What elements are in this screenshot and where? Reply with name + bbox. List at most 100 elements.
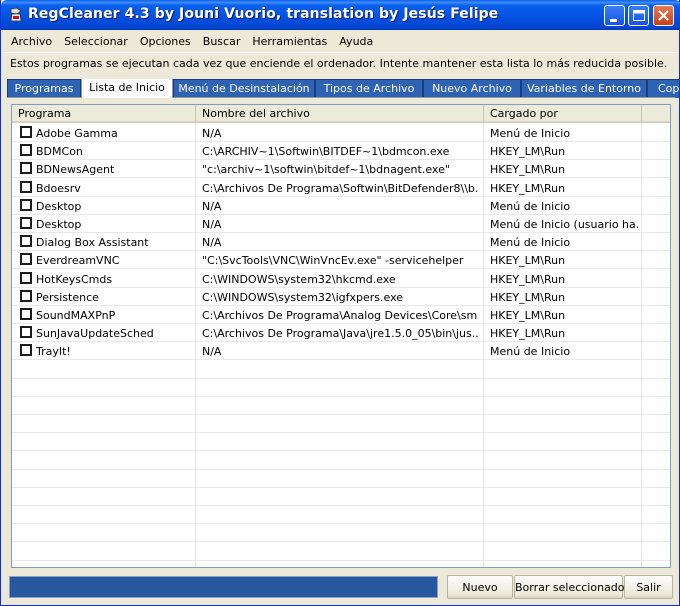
empty-row: [12, 506, 670, 525]
cell-nombre-del-archivo: "C:\SvcTools\VNC\WinVncEv.exe" -serviceh…: [202, 254, 464, 268]
cell-programa: HotKeysCmds: [36, 272, 113, 286]
row-checkbox[interactable]: [20, 289, 32, 302]
maximize-button[interactable]: [628, 5, 649, 26]
row-checkbox[interactable]: [20, 126, 32, 138]
cell-cargado-por: HKEY_LM\Run: [490, 309, 566, 322]
cell-programa: Desktop: [36, 199, 82, 213]
cell-programa: TrayIt!: [36, 345, 71, 359]
cell-cargado-por: Menú de Inicio: [490, 345, 571, 359]
tab-menu-de-desinstalacion[interactable]: Menú de Desinstalación: [173, 79, 315, 98]
cell-cargado-por: Menú de Inicio (usuario ha...: [490, 218, 638, 231]
borrar-seleccionado-button[interactable]: Borrar seleccionado: [514, 575, 625, 599]
empty-row: [12, 470, 670, 488]
empty-row: [12, 488, 670, 506]
cell-cargado-por: HKEY_LM\Run: [490, 163, 566, 177]
row-checkbox[interactable]: [20, 198, 32, 211]
cell-programa: Persistence: [36, 290, 99, 304]
maximize-icon: [633, 10, 645, 21]
table-row[interactable]: HotKeysCmds C:\WINDOWS\system32\hkcmd.exe…: [12, 270, 670, 288]
progress-bar: [9, 576, 438, 598]
table-row[interactable]: TrayIt! N/A Menú de Inicio: [12, 342, 670, 361]
tab-tipos-de-archivo[interactable]: Tipos de Archivo: [315, 79, 423, 98]
column-header-programa[interactable]: Programa: [12, 105, 196, 123]
tab-cop[interactable]: Cop: [647, 79, 679, 98]
table-row[interactable]: Persistence C:\WINDOWS\system32\igfxpers.…: [12, 288, 670, 306]
cell-programa: BDMCon: [36, 145, 83, 159]
menu-archivo[interactable]: Archivo: [5, 33, 58, 51]
table-row[interactable]: Dialog Box Assistant N/A Menú de Inicio: [12, 233, 670, 252]
cell-nombre-del-archivo: C:\Archivos De Programa\Java\jre1.5.0_05…: [202, 327, 478, 341]
minimize-button[interactable]: [604, 5, 625, 26]
row-checkbox[interactable]: [20, 162, 32, 175]
table-row[interactable]: Desktop N/A Menú de Inicio (usuario ha...: [12, 215, 670, 233]
column-header-nombre-del-archivo[interactable]: Nombre del archivo: [196, 105, 484, 123]
table-row[interactable]: EverdreamVNC "C:\SvcTools\VNC\WinVncEv.ex…: [12, 251, 670, 270]
table-row[interactable]: BDMCon C:\ARCHIV~1\Softwin\BITDEF~1\bdmco…: [12, 142, 670, 161]
startup-list[interactable]: Programa Nombre del archivo Cargado por …: [11, 104, 671, 568]
cell-programa: SoundMAXPnP: [36, 309, 116, 322]
table-row[interactable]: SunJavaUpdateSched C:\Archivos De Program…: [12, 324, 670, 343]
row-checkbox[interactable]: [20, 253, 32, 266]
cell-cargado-por: HKEY_LM\Run: [490, 254, 566, 268]
close-button[interactable]: [653, 5, 674, 26]
table-row[interactable]: SoundMAXPnP C:\Archivos De Programa\Analo…: [12, 306, 670, 324]
empty-row: [12, 433, 670, 452]
empty-row: [12, 543, 670, 561]
info-text: Estos programas se ejecutan cada vez que…: [10, 57, 668, 70]
row-checkbox[interactable]: [20, 180, 32, 193]
cell-programa: BDNewsAgent: [36, 163, 115, 177]
cell-nombre-del-archivo: "c:\archiv~1\softwin\bitdef~1\bdnagent.e…: [202, 163, 450, 177]
cell-nombre-del-archivo: N/A: [202, 236, 222, 250]
row-checkbox[interactable]: [20, 344, 32, 357]
cell-nombre-del-archivo: N/A: [202, 218, 222, 231]
menu-bar: Archivo Seleccionar Opciones Buscar Herr…: [5, 33, 379, 51]
cell-cargado-por: HKEY_LM\Run: [490, 181, 566, 195]
row-checkbox[interactable]: [20, 217, 32, 229]
column-divider: [641, 123, 642, 567]
menu-buscar[interactable]: Buscar: [197, 33, 247, 51]
table-row[interactable]: BDNewsAgent "c:\archiv~1\softwin\bitdef~1…: [12, 160, 670, 179]
empty-row: [12, 524, 670, 543]
nuevo-button[interactable]: Nuevo: [447, 575, 513, 599]
row-checkbox[interactable]: [20, 144, 32, 157]
menu-ayuda[interactable]: Ayuda: [333, 33, 379, 51]
salir-button[interactable]: Salir: [624, 575, 673, 599]
row-checkbox[interactable]: [20, 235, 32, 248]
tab-programas[interactable]: Programas: [7, 79, 81, 98]
menu-herramientas[interactable]: Herramientas: [246, 33, 333, 51]
empty-row: [12, 561, 670, 567]
row-checkbox[interactable]: [20, 326, 32, 339]
cell-cargado-por: Menú de Inicio: [490, 127, 571, 140]
tab-nuevo-archivo[interactable]: Nuevo Archivo: [423, 79, 521, 98]
cell-programa: Desktop: [36, 218, 82, 231]
app-window: RegCleaner 4.3 by Jouni Vuorio, translat…: [0, 0, 680, 606]
row-checkbox[interactable]: [20, 271, 32, 284]
table-row[interactable]: Bdoesrv C:\Archivos De Programa\Softwin\B…: [12, 179, 670, 197]
cell-programa: Dialog Box Assistant: [36, 236, 149, 250]
cell-nombre-del-archivo: N/A: [202, 199, 222, 213]
cell-nombre-del-archivo: C:\Archivos De Programa\Analog Devices\C…: [202, 309, 478, 322]
table-row[interactable]: Desktop N/A Menú de Inicio: [12, 197, 670, 215]
cell-cargado-por: HKEY_LM\Run: [490, 290, 566, 304]
table-row[interactable]: Adobe Gamma N/A Menú de Inicio: [12, 124, 670, 142]
cell-nombre-del-archivo: C:\Archivos De Programa\Softwin\BitDefen…: [202, 181, 478, 195]
cell-programa: Bdoesrv: [36, 181, 81, 195]
column-header-cargado-por[interactable]: Cargado por: [484, 105, 642, 123]
cell-cargado-por: HKEY_LM\Run: [490, 145, 566, 159]
empty-row: [12, 397, 670, 415]
cell-programa: Adobe Gamma: [36, 127, 118, 140]
cell-cargado-por: HKEY_LM\Run: [490, 327, 566, 341]
tab-variables-de-entorno[interactable]: Variables de Entorno: [521, 79, 647, 98]
cell-cargado-por: HKEY_LM\Run: [490, 272, 566, 286]
menu-seleccionar[interactable]: Seleccionar: [58, 33, 134, 51]
row-checkbox[interactable]: [20, 308, 32, 320]
column-divider: [195, 123, 196, 567]
cell-nombre-del-archivo: C:\WINDOWS\system32\hkcmd.exe: [202, 272, 396, 286]
column-header-empty: [642, 105, 670, 123]
cell-programa: EverdreamVNC: [36, 254, 120, 268]
title-bar[interactable]: RegCleaner 4.3 by Jouni Vuorio, translat…: [1, 0, 680, 30]
empty-row: [12, 361, 670, 379]
tab-lista-de-inicio[interactable]: Lista de Inicio: [81, 79, 173, 98]
menu-opciones[interactable]: Opciones: [134, 33, 197, 51]
cell-nombre-del-archivo: C:\WINDOWS\system32\igfxpers.exe: [202, 290, 404, 304]
